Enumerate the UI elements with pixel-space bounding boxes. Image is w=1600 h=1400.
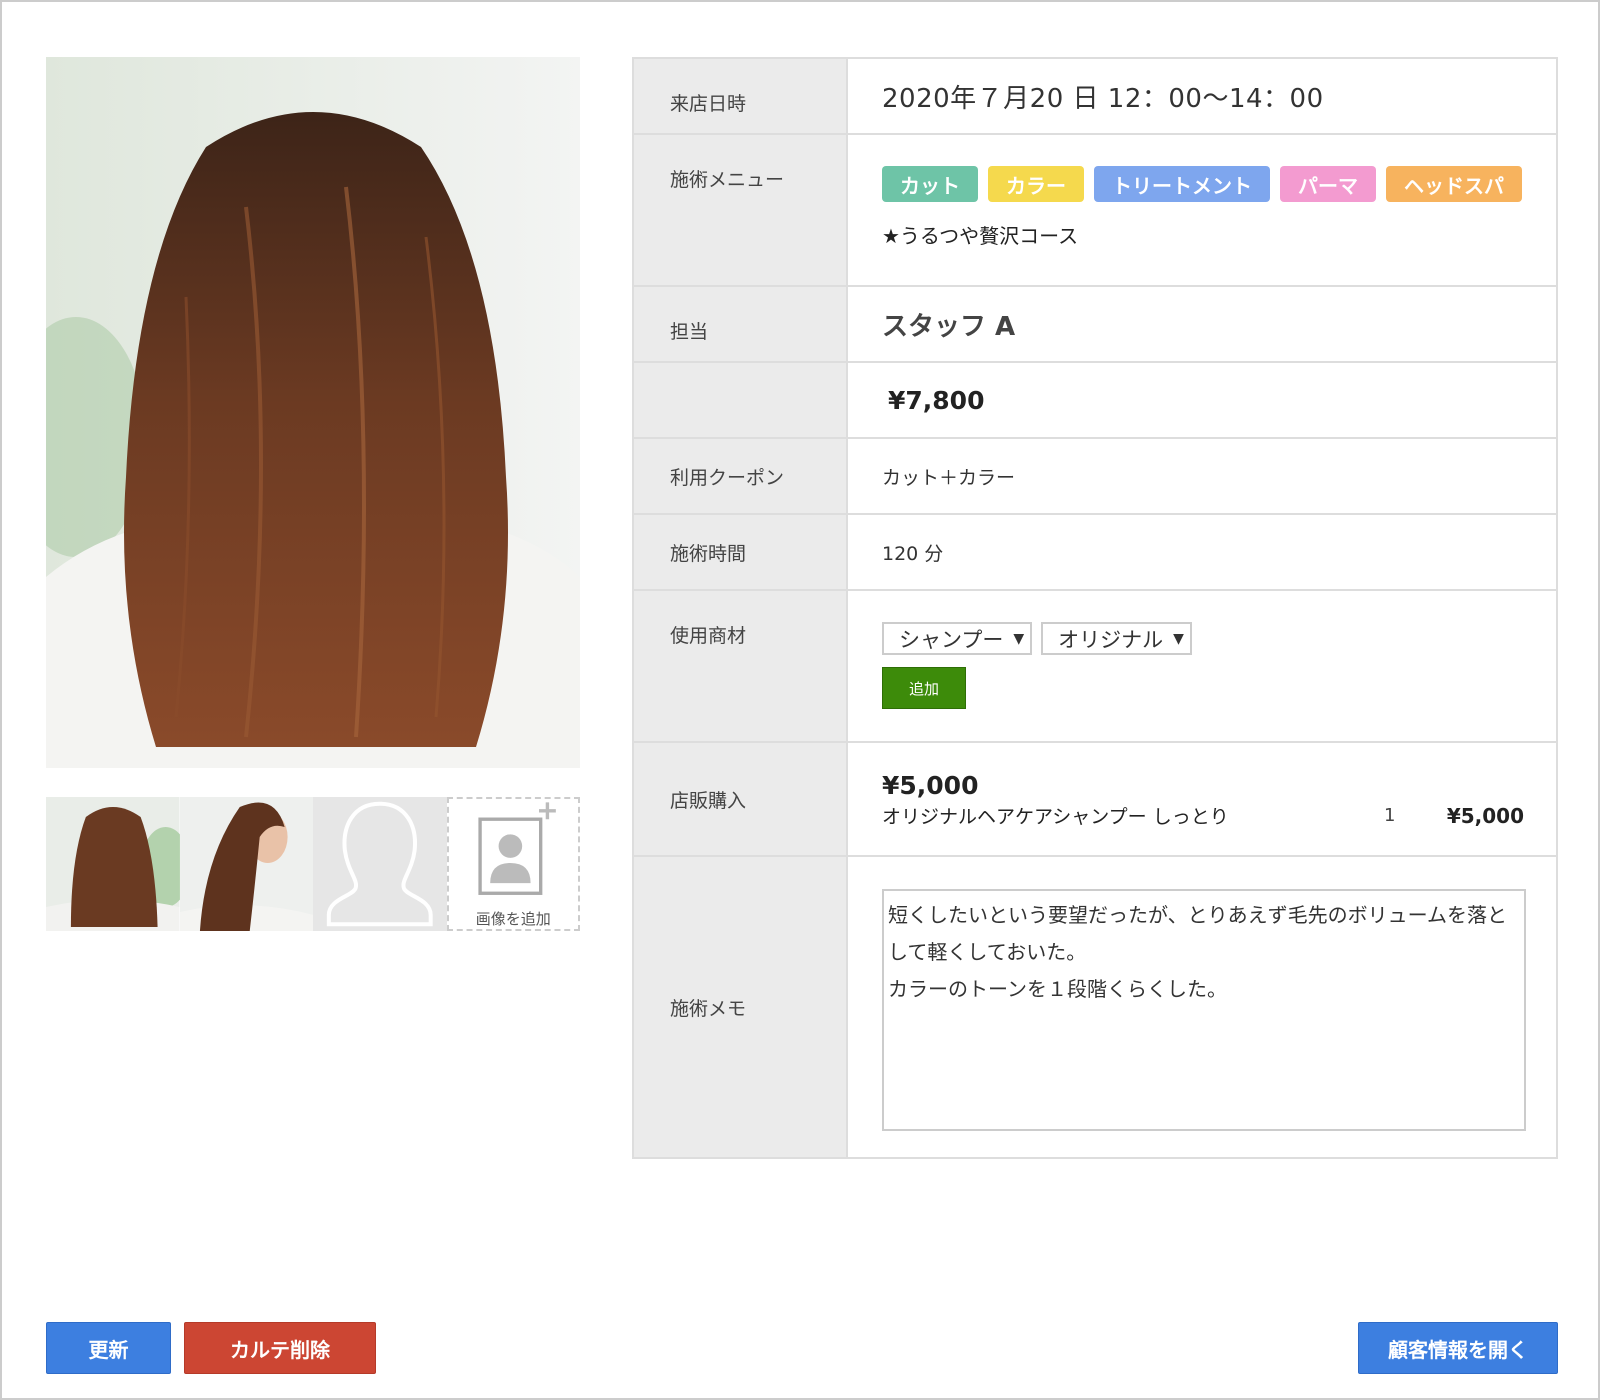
row-price: ¥7,800 (634, 363, 1556, 439)
purchase-item-name: オリジナルヘアケアシャンプー しっとり (882, 806, 1229, 828)
menu-tags: カット カラー トリートメント パーマ ヘッドスパ (882, 166, 1522, 202)
karte-panel: 画像を追加 来店日時 2020年７月20 日 12：00〜14：00 施術メニュ… (0, 0, 1600, 1400)
row-materials: 使用商材 シャンプー ▼ オリジナル ▼ 追加 (634, 591, 1556, 743)
duration-value: 120 分 (882, 542, 944, 565)
price-value: ¥7,800 (888, 385, 985, 415)
row-purchase: 店販購入 ¥5,000 オリジナルヘアケアシャンプー しっとり 1 ¥5,000 (634, 743, 1556, 857)
thumbnail-1[interactable] (46, 797, 180, 931)
update-button[interactable]: 更新 (46, 1322, 171, 1374)
hair-back-thumbnail (46, 797, 180, 931)
row-coupon: 利用クーポン カット＋カラー (634, 439, 1556, 515)
menu-tag-treatment[interactable]: トリートメント (1094, 166, 1270, 202)
staff-label: 担当 (634, 287, 848, 361)
price-label (634, 363, 848, 437)
purchase-total: ¥5,000 (882, 771, 979, 800)
row-memo: 施術メモ 短くしたいという要望だったが、とりあえず毛先のボリュームを落として軽く… (634, 857, 1556, 1157)
thumbnail-2[interactable] (179, 797, 313, 931)
row-menu: 施術メニュー カット カラー トリートメント パーマ ヘッドスパ ★うるつや贅沢… (634, 135, 1556, 287)
add-image-button[interactable]: 画像を追加 (446, 797, 580, 931)
main-photo[interactable] (46, 57, 580, 768)
staff-name: スタッフ A (882, 311, 1016, 342)
open-customer-info-button[interactable]: 顧客情報を開く (1358, 1322, 1558, 1374)
memo-label: 施術メモ (634, 857, 848, 1157)
material-brand-value: オリジナル (1058, 627, 1164, 652)
person-silhouette-icon (326, 801, 433, 927)
hair-back-photo (46, 57, 580, 768)
row-visit: 来店日時 2020年７月20 日 12：00〜14：00 (634, 59, 1556, 135)
add-material-button[interactable]: 追加 (882, 667, 966, 709)
material-category-value: シャンプー (899, 627, 1004, 652)
menu-course: ★うるつや贅沢コース (882, 224, 1079, 248)
row-staff: 担当 スタッフ A (634, 287, 1556, 363)
thumbnail-placeholder (313, 797, 447, 931)
detail-table: 来店日時 2020年７月20 日 12：00〜14：00 施術メニュー カット … (632, 57, 1558, 1159)
purchase-label: 店販購入 (634, 743, 848, 855)
materials-label: 使用商材 (634, 591, 848, 741)
material-brand-select[interactable]: オリジナル ▼ (1041, 622, 1192, 655)
menu-tag-headspa[interactable]: ヘッドスパ (1386, 166, 1522, 202)
menu-tag-perm[interactable]: パーマ (1280, 166, 1376, 202)
row-duration: 施術時間 120 分 (634, 515, 1556, 591)
memo-textarea[interactable]: 短くしたいという要望だったが、とりあえず毛先のボリュームを落として軽くしておいた… (882, 889, 1526, 1131)
duration-label: 施術時間 (634, 515, 848, 589)
hair-profile-thumbnail (179, 797, 313, 931)
chevron-down-icon: ▼ (1173, 630, 1184, 647)
chevron-down-icon: ▼ (1013, 630, 1025, 647)
delete-karte-button[interactable]: カルテ削除 (184, 1322, 376, 1374)
thumbnail-strip: 画像を追加 (46, 797, 580, 931)
coupon-label: 利用クーポン (634, 439, 848, 513)
menu-label: 施術メニュー (634, 135, 848, 285)
add-photo-icon (477, 802, 556, 895)
material-category-select[interactable]: シャンプー ▼ (882, 622, 1033, 655)
visit-label: 来店日時 (634, 59, 848, 133)
coupon-value: カット＋カラー (882, 466, 1016, 489)
purchase-item-qty: 1 (1384, 805, 1396, 826)
purchase-item-price: ¥5,000 (1446, 803, 1524, 828)
visit-datetime: 2020年７月20 日 12：00〜14：00 (882, 83, 1324, 114)
menu-tag-color[interactable]: カラー (988, 166, 1084, 202)
purchase-item: オリジナルヘアケアシャンプー しっとり 1 ¥5,000 (882, 802, 1524, 829)
add-image-label: 画像を追加 (475, 910, 551, 928)
menu-tag-cut[interactable]: カット (882, 166, 978, 202)
